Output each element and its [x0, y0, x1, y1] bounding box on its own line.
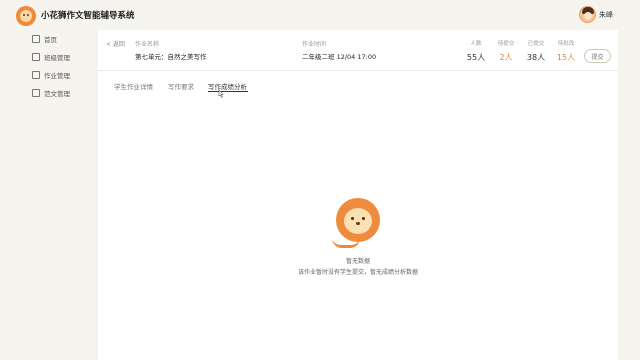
main-panel: < 返回 作业名称 第七单元：自然之美写作 作业时间 二年级二班 12/04 1… [98, 30, 618, 360]
home-icon [32, 35, 40, 43]
assignment-name-label: 作业名称 [135, 41, 160, 48]
active-tab-indicator [208, 91, 248, 92]
app-title: 小花狮作文智能辅导系统 [41, 11, 135, 21]
tab-student-details[interactable]: 学生作业详情 [114, 81, 153, 91]
avatar[interactable] [579, 6, 596, 23]
top-bar: 小花狮作文智能辅导系统 朱峰 [0, 0, 640, 30]
submit-button[interactable]: 提交 [584, 49, 611, 63]
tab-requirements[interactable]: 写作要求 [168, 81, 194, 91]
app-logo [16, 6, 36, 26]
mouse-cursor-icon [218, 90, 224, 98]
stat-label: 待批改 [557, 41, 575, 47]
sidebar-item-label: 作业管理 [44, 72, 70, 80]
sidebar-item-classes[interactable]: 班级管理 [32, 51, 70, 63]
stat-total: 人数 55人 [464, 39, 488, 63]
assignment-date-value: 二年级二班 12/04 17:00 [302, 53, 377, 61]
stat-label: 已提交 [527, 41, 545, 47]
stat-submitted: 已提交 38人 [524, 39, 548, 63]
user-name[interactable]: 朱峰 [599, 10, 613, 20]
essay-icon [32, 89, 40, 97]
class-icon [32, 53, 40, 61]
stat-to-grade: 待批改 15人 [554, 39, 578, 63]
stat-pending: 待提交 2人 [494, 39, 518, 63]
stat-label: 待提交 [497, 41, 515, 47]
empty-state-mascot-icon [332, 198, 384, 248]
sidebar-item-label: 班级管理 [44, 54, 70, 62]
assignment-name-value: 第七单元：自然之美写作 [135, 53, 207, 61]
sidebar-item-essays[interactable]: 范文管理 [32, 87, 70, 99]
sidebar-item-home[interactable]: 首页 [32, 33, 57, 45]
divider [98, 70, 618, 71]
sidebar-item-homework[interactable]: 作业管理 [32, 69, 70, 81]
stat-value: 38人 [526, 53, 546, 62]
sidebar-item-label: 首页 [44, 36, 57, 44]
stat-value: 2人 [499, 53, 513, 62]
tab-score-analysis[interactable]: 写作成绩分析 [208, 81, 247, 91]
assignment-date-label: 作业时间 [302, 41, 327, 48]
stat-value: 15人 [556, 53, 576, 62]
homework-icon [32, 71, 40, 79]
empty-state-title: 暂无数据 [345, 258, 370, 265]
stat-label: 人数 [470, 41, 482, 47]
sidebar-item-label: 范文管理 [44, 90, 70, 98]
empty-state-description: 该作业暂时没有学生提交，暂无成绩分析数据 [297, 269, 418, 276]
stat-value: 55人 [466, 53, 486, 62]
back-link[interactable]: < 返回 [106, 39, 125, 48]
